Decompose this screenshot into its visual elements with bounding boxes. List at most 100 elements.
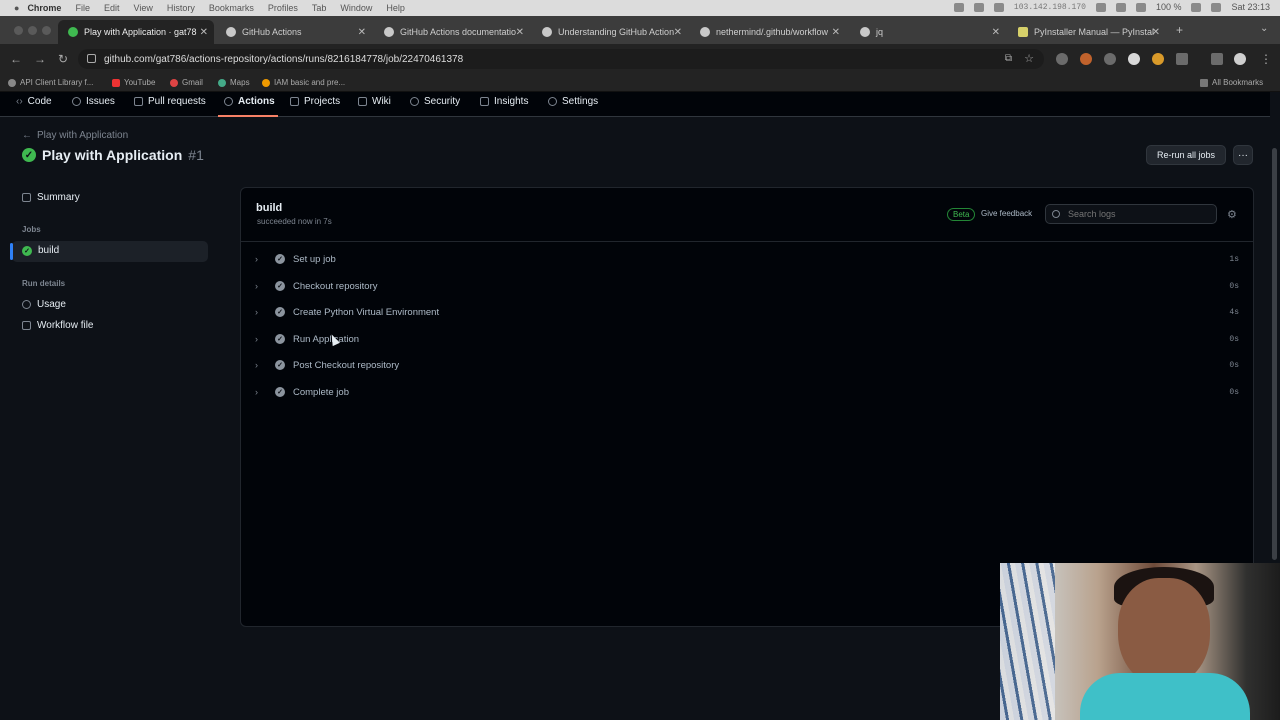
menu-window[interactable]: Window [340,3,372,13]
tab-github-actions[interactable]: GitHub Actions ✕ [216,20,372,44]
wifi-icon[interactable] [1095,2,1106,12]
repo-nav: ‹› Code Issues Pull requests Actions Proj… [0,92,1270,117]
tab-nethermind-workflow[interactable]: nethermind/.github/workflow ✕ [690,20,846,44]
close-tab-icon[interactable]: ✕ [992,27,1000,38]
menu-view[interactable]: View [133,3,152,13]
search-icon[interactable] [1191,2,1202,12]
nav-issues[interactable]: Issues [72,96,115,107]
nav-settings[interactable]: Settings [548,96,598,107]
nav-pull-requests[interactable]: Pull requests [134,96,206,107]
tab-play-with-application[interactable]: Play with Application · gat78 ✕ [58,20,214,44]
side-panel-icon[interactable] [1211,53,1223,65]
all-bookmarks[interactable]: All Bookmarks [1200,78,1263,87]
bookmark-gmail[interactable]: Gmail [170,78,203,87]
bookmark-iam[interactable]: IAM basic and pre... [262,78,345,87]
nav-code[interactable]: ‹› Code [16,96,52,107]
menu-edit[interactable]: Edit [104,3,120,13]
close-tab-icon[interactable]: ✕ [1152,27,1160,38]
step-row[interactable]: › ✓ Complete job 0s [255,382,1239,402]
extension-icon[interactable] [1080,53,1092,65]
step-name: Create Python Virtual Environment [293,306,440,318]
bookmark-maps[interactable]: Maps [218,78,250,87]
menu-profiles[interactable]: Profiles [268,3,298,13]
search-logs-field[interactable] [1045,204,1217,224]
bookmark-youtube[interactable]: YouTube [112,78,155,87]
volume-icon[interactable] [1135,2,1146,12]
tab-label: GitHub Actions documentatio [400,27,517,37]
close-tab-icon[interactable]: ✕ [200,27,208,38]
extension-icon[interactable] [1104,53,1116,65]
reload-icon[interactable]: ↻ [58,52,68,66]
step-row[interactable]: › ✓ Checkout repository 0s [255,276,1239,296]
menu-file[interactable]: File [75,3,90,13]
step-row[interactable]: › ✓ Post Checkout repository 0s [255,355,1239,375]
extensions-puzzle-icon[interactable] [1176,53,1188,65]
chevron-right-icon[interactable]: › [255,387,267,397]
status-icon[interactable] [973,2,984,12]
bluetooth-icon[interactable] [1115,2,1126,12]
close-tab-icon[interactable]: ✕ [358,27,366,38]
rerun-all-jobs-button[interactable]: Re-run all jobs [1146,145,1226,165]
bookmark-star-icon[interactable]: ☆ [1024,52,1034,65]
sidebar-item-build[interactable]: ✓ build [22,245,59,256]
search-logs-input[interactable] [1068,209,1208,219]
back-icon[interactable]: ← [10,52,22,66]
extension-icon[interactable] [1128,53,1140,65]
chevron-right-icon[interactable]: › [255,360,267,370]
tab-search-icon[interactable]: ⌄ [1260,23,1268,34]
forward-icon[interactable]: → [34,52,46,66]
nav-projects[interactable]: Projects [290,96,340,107]
tab-understanding-actions[interactable]: Understanding GitHub Action ✕ [532,20,688,44]
more-options-button[interactable]: ··· [1233,145,1253,165]
chevron-right-icon[interactable]: › [255,307,267,317]
window-zoom-icon[interactable] [42,26,51,35]
menu-app-name[interactable]: Chrome [27,3,61,13]
close-tab-icon[interactable]: ✕ [674,27,682,38]
extension-icon[interactable] [1152,53,1164,65]
address-bar[interactable]: github.com/gat786/actions-repository/act… [78,49,1044,69]
step-row[interactable]: › ✓ Set up job 1s [255,249,1239,269]
tab-actions-docs[interactable]: GitHub Actions documentatio ✕ [374,20,530,44]
close-tab-icon[interactable]: ✕ [832,27,840,38]
chevron-right-icon[interactable]: › [255,254,267,264]
new-tab-icon[interactable]: + [1176,23,1183,37]
zoom-icon[interactable] [953,2,964,12]
control-center-icon[interactable] [1211,2,1222,12]
install-app-icon[interactable]: ⧉ [1005,53,1012,64]
gear-icon[interactable]: ⚙ [1227,208,1237,221]
nav-security[interactable]: Security [410,96,460,107]
menu-tab[interactable]: Tab [312,3,327,13]
scrollbar-thumb[interactable] [1272,148,1277,560]
site-info-icon[interactable] [87,54,96,63]
profile-avatar[interactable] [1234,53,1246,65]
step-row[interactable]: › ✓ Create Python Virtual Environment 4s [255,302,1239,322]
window-close-icon[interactable] [14,26,23,35]
breadcrumb[interactable]: ← Play with Application [22,130,128,141]
nav-insights[interactable]: Insights [480,96,528,107]
sidebar-item-usage[interactable]: Usage [22,299,66,310]
window-minimize-icon[interactable] [28,26,37,35]
chevron-right-icon[interactable]: › [255,334,267,344]
step-row[interactable]: › ✓ Run Application 0s [255,329,1239,349]
job-log-panel: build succeeded now in 7s Beta Give feed… [240,187,1254,627]
menu-bookmarks[interactable]: Bookmarks [209,3,254,13]
browser-menu-icon[interactable]: ⋮ [1260,52,1272,66]
nav-wiki[interactable]: Wiki [358,96,391,107]
chevron-right-icon[interactable]: › [255,281,267,291]
nav-actions[interactable]: Actions [224,96,275,107]
close-tab-icon[interactable]: ✕ [516,27,524,38]
give-feedback-link[interactable]: Give feedback [981,209,1032,218]
sidebar-item-workflow-file[interactable]: Workflow file [22,320,94,331]
check-circle-icon: ✓ [275,360,285,370]
tab-jq[interactable]: jq ✕ [850,20,1006,44]
sidebar-item-summary[interactable]: Summary [22,192,80,203]
apple-icon[interactable]: ● [14,3,19,13]
tab-pyinstaller[interactable]: PyInstaller Manual — PyInstal ✕ [1008,20,1166,44]
macos-menu-bar: ● Chrome File Edit View History Bookmark… [0,0,1280,16]
menu-help[interactable]: Help [386,3,405,13]
bookmark-api-client[interactable]: API Client Library f... [8,78,93,87]
menu-history[interactable]: History [167,3,195,13]
bookmark-label: Maps [230,78,250,87]
status-icon[interactable] [993,2,1004,12]
extension-icon[interactable] [1056,53,1068,65]
